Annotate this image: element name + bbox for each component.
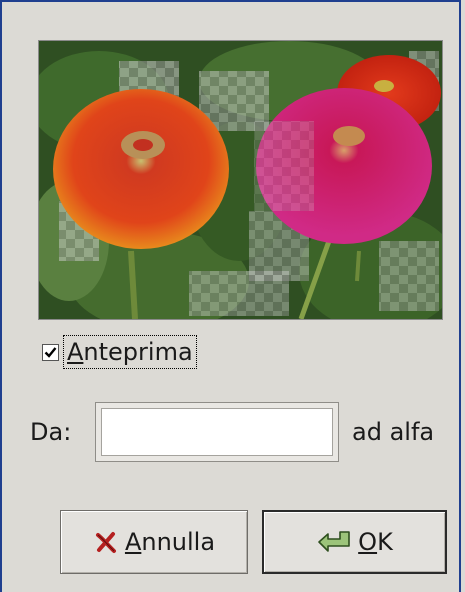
from-color-input[interactable] <box>101 408 333 456</box>
preview-option[interactable]: Anteprima <box>38 329 197 375</box>
ok-label-rest: K <box>377 528 393 556</box>
ok-button[interactable]: OK <box>262 510 447 574</box>
ok-button-label: OK <box>358 528 393 556</box>
cancel-label-mnemonic: A <box>124 528 142 556</box>
preview-checkbox-label[interactable]: Anteprima <box>63 335 197 369</box>
image-preview <box>38 40 443 320</box>
ok-arrow-icon <box>318 531 350 552</box>
checkmark-icon <box>44 346 57 358</box>
from-label: Da: <box>30 418 72 446</box>
cancel-x-icon <box>95 532 116 553</box>
flower-preview-image <box>39 41 442 319</box>
cancel-button-label: Annulla <box>125 528 215 556</box>
from-color-field[interactable] <box>95 402 339 462</box>
preview-checkbox[interactable] <box>42 343 59 361</box>
preview-label-mnemonic: A <box>67 338 84 366</box>
cancel-label-rest: nnulla <box>141 528 216 556</box>
to-alpha-label: ad alfa <box>352 418 435 446</box>
cancel-button[interactable]: Annulla <box>60 510 248 574</box>
ok-label-mnemonic: O <box>358 528 378 556</box>
preview-label-rest: nteprima <box>83 338 193 366</box>
threshold-row: Da: ad alfa <box>30 400 450 464</box>
